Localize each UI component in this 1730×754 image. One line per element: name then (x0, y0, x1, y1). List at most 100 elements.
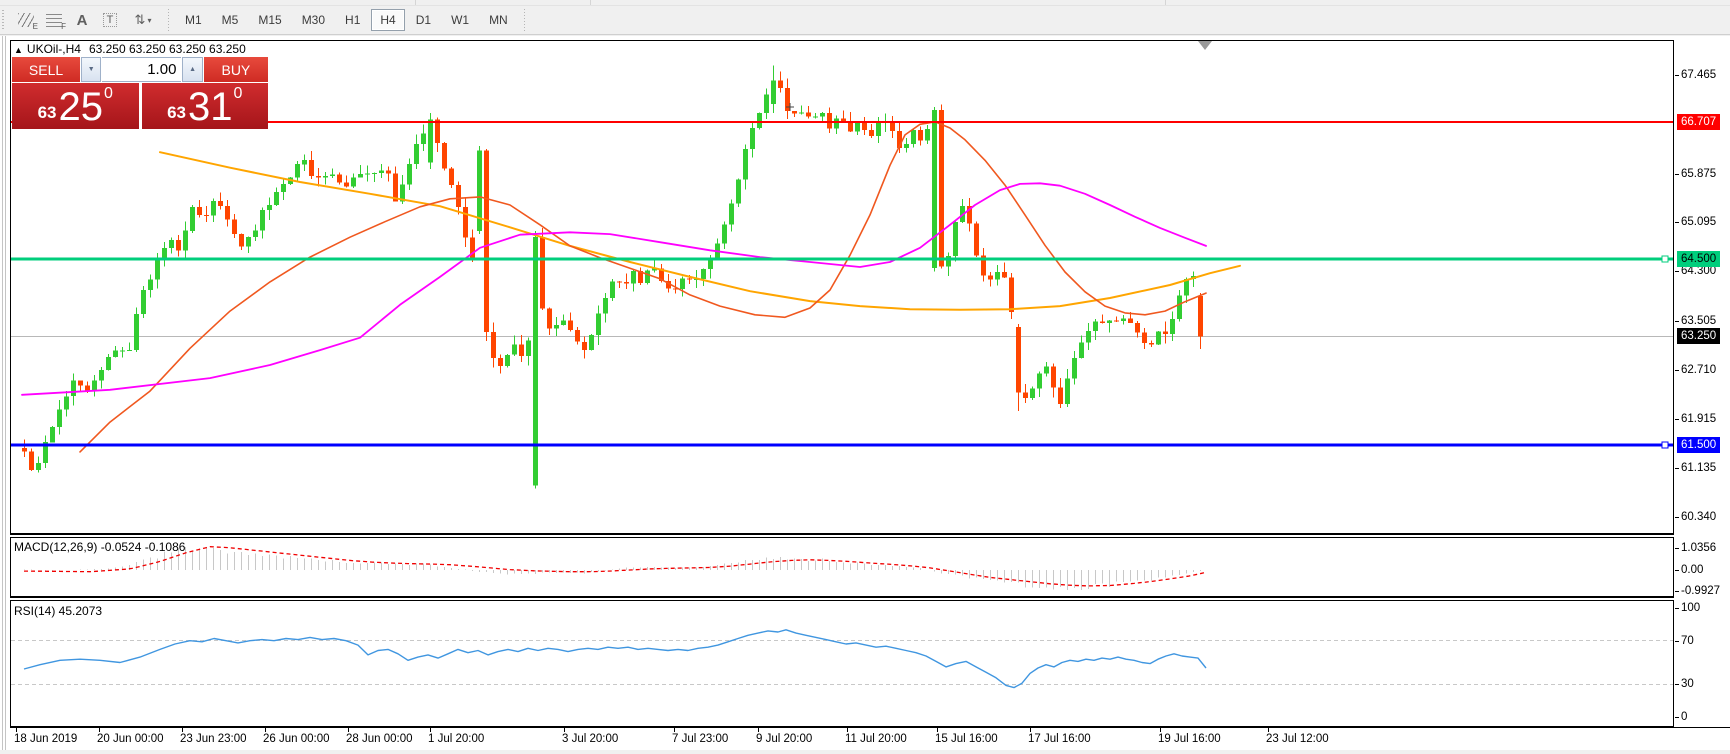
axis-tick (758, 728, 759, 732)
axis-tick (1675, 370, 1679, 371)
axis-tick (1675, 75, 1679, 76)
time-axis-label: 17 Jul 16:00 (1028, 733, 1091, 745)
axis-tick (1675, 321, 1679, 322)
axis-tick-label: 0.00 (1681, 563, 1703, 578)
text-icon: A (77, 12, 88, 29)
axis-tick-label: 65.875 (1681, 167, 1716, 182)
macd-indicator-pane[interactable] (10, 537, 1674, 597)
tool-sub-label: F (61, 22, 66, 31)
time-axis-label: 9 Jul 20:00 (756, 733, 812, 745)
axis-tick (564, 728, 565, 732)
tool-sub-label: E (33, 22, 38, 31)
symbol-label: UKOil-,H4 (27, 42, 81, 56)
time-axis[interactable]: 18 Jun 2019 20 Jun 00:00 23 Jun 23:00 26 Ju… (10, 727, 1730, 751)
rsi-header: RSI(14) 45.2073 (14, 604, 102, 618)
timeframe-m5-button[interactable]: M5 (213, 9, 248, 31)
axis-tick (1675, 591, 1679, 592)
axis-tick (1160, 728, 1161, 732)
axis-tick (1675, 222, 1679, 223)
axis-tick (1268, 728, 1269, 732)
window-left-splitter[interactable] (0, 36, 10, 750)
timeframe-h4-button[interactable]: H4 (371, 9, 404, 31)
text-label-tool-button[interactable]: T (96, 8, 124, 32)
buy-price-box[interactable]: 63 31 0 (142, 83, 269, 129)
axis-tick-label: -0.9927 (1681, 584, 1720, 599)
axis-tick (674, 728, 675, 732)
toolbar-separator (415, 0, 416, 5)
axis-tick (1675, 517, 1679, 518)
fibonacci-icon (46, 14, 62, 27)
sell-price-box[interactable]: 63 25 0 (12, 83, 139, 129)
time-axis-label: 20 Jun 00:00 (97, 733, 164, 745)
axis-tick (265, 728, 266, 732)
volume-decrease-button[interactable]: ▼ (81, 57, 101, 82)
axis-tick (1675, 717, 1679, 718)
axis-tick (1675, 174, 1679, 175)
axis-tick-label: 62.710 (1681, 363, 1716, 378)
axis-tick (1675, 271, 1679, 272)
axis-tick (937, 728, 938, 732)
ohlc-values: 63.250 63.250 63.250 63.250 (89, 42, 246, 56)
chart-title: ▲ UKOil-,H4 63.250 63.250 63.250 63.250 (14, 42, 246, 56)
time-axis-label: 11 Jul 20:00 (845, 733, 907, 745)
axis-tick (430, 728, 431, 732)
axis-tick-label: 0 (1681, 710, 1687, 725)
sell-button[interactable]: SELL (12, 57, 80, 82)
price-axis[interactable]: 67.46565.87565.09564.30063.50562.71061.9… (1674, 36, 1730, 727)
axis-tick-label: 100 (1681, 601, 1700, 616)
time-axis-label: 26 Jun 00:00 (263, 733, 330, 745)
axis-tick-label: 61.135 (1681, 461, 1716, 476)
timeframe-m30-button[interactable]: M30 (293, 9, 334, 31)
macd-header: MACD(12,26,9) -0.0524 -0.1086 (14, 540, 185, 554)
axis-tick (1675, 641, 1679, 642)
time-axis-label: 18 Jun 2019 (14, 733, 77, 745)
axis-tick-label: 30 (1681, 677, 1694, 692)
chart-shift-marker-icon[interactable] (1198, 41, 1212, 50)
axis-tick-label: 67.465 (1681, 68, 1716, 83)
rsi-indicator-pane[interactable] (10, 600, 1674, 727)
axis-tick (1675, 608, 1679, 609)
toolbar-separator (168, 9, 169, 31)
text-tool-button[interactable]: A (68, 8, 96, 32)
price-level-label: 64.500 (1677, 251, 1720, 267)
equidistant-channel-tool-button[interactable]: E (12, 8, 40, 32)
axis-tick (1030, 728, 1031, 732)
buy-button[interactable]: BUY (204, 57, 268, 82)
axis-tick (1675, 570, 1679, 571)
axis-tick-label: 70 (1681, 634, 1694, 649)
axis-tick (1675, 548, 1679, 549)
axis-tick (16, 728, 17, 732)
axis-tick-label: 61.915 (1681, 412, 1716, 427)
time-axis-label: 19 Jul 16:00 (1158, 733, 1221, 745)
axis-tick-label: 65.095 (1681, 215, 1716, 230)
one-click-trading-panel: SELL ▼ ▲ BUY 63 25 0 63 31 0 (12, 57, 268, 129)
toolbar-grip[interactable] (2, 10, 8, 30)
fibonacci-tool-button[interactable]: F (40, 8, 68, 32)
text-label-icon: T (103, 13, 118, 27)
toolbar-separator (590, 0, 591, 5)
time-axis-label: 23 Jun 23:00 (180, 733, 247, 745)
timeframe-d1-button[interactable]: D1 (407, 9, 440, 31)
timeframe-w1-button[interactable]: W1 (442, 9, 478, 31)
time-axis-label: 28 Jun 00:00 (346, 733, 413, 745)
axis-tick (182, 728, 183, 732)
toolbar: E F A T ⇅ ▾ M1 M5 M15 M30 H1 H4 D1 W1 MN (0, 6, 1730, 35)
time-axis-label: 7 Jul 23:00 (672, 733, 728, 745)
timeframe-h1-button[interactable]: H1 (336, 9, 369, 31)
volume-increase-button[interactable]: ▲ (182, 57, 202, 82)
toolbar-separator (1165, 0, 1166, 5)
timeframe-m1-button[interactable]: M1 (176, 9, 211, 31)
axis-tick-label: 63.505 (1681, 314, 1716, 329)
arrow-objects-tool-button[interactable]: ⇅ ▾ (124, 8, 162, 32)
timeframe-mn-button[interactable]: MN (480, 9, 517, 31)
sell-pips: 25 (59, 85, 104, 129)
collapse-panel-arrow-icon[interactable]: ▲ (14, 45, 23, 55)
toolbar-separator (524, 9, 525, 31)
time-axis-label: 1 Jul 20:00 (428, 733, 484, 745)
axis-tick-label: 1.0356 (1681, 541, 1716, 556)
timeframe-m15-button[interactable]: M15 (249, 9, 290, 31)
chevron-down-icon: ▾ (147, 16, 151, 25)
buy-pips: 31 (188, 85, 233, 129)
window-bottom-edge (0, 750, 1730, 754)
volume-input[interactable] (102, 57, 181, 82)
